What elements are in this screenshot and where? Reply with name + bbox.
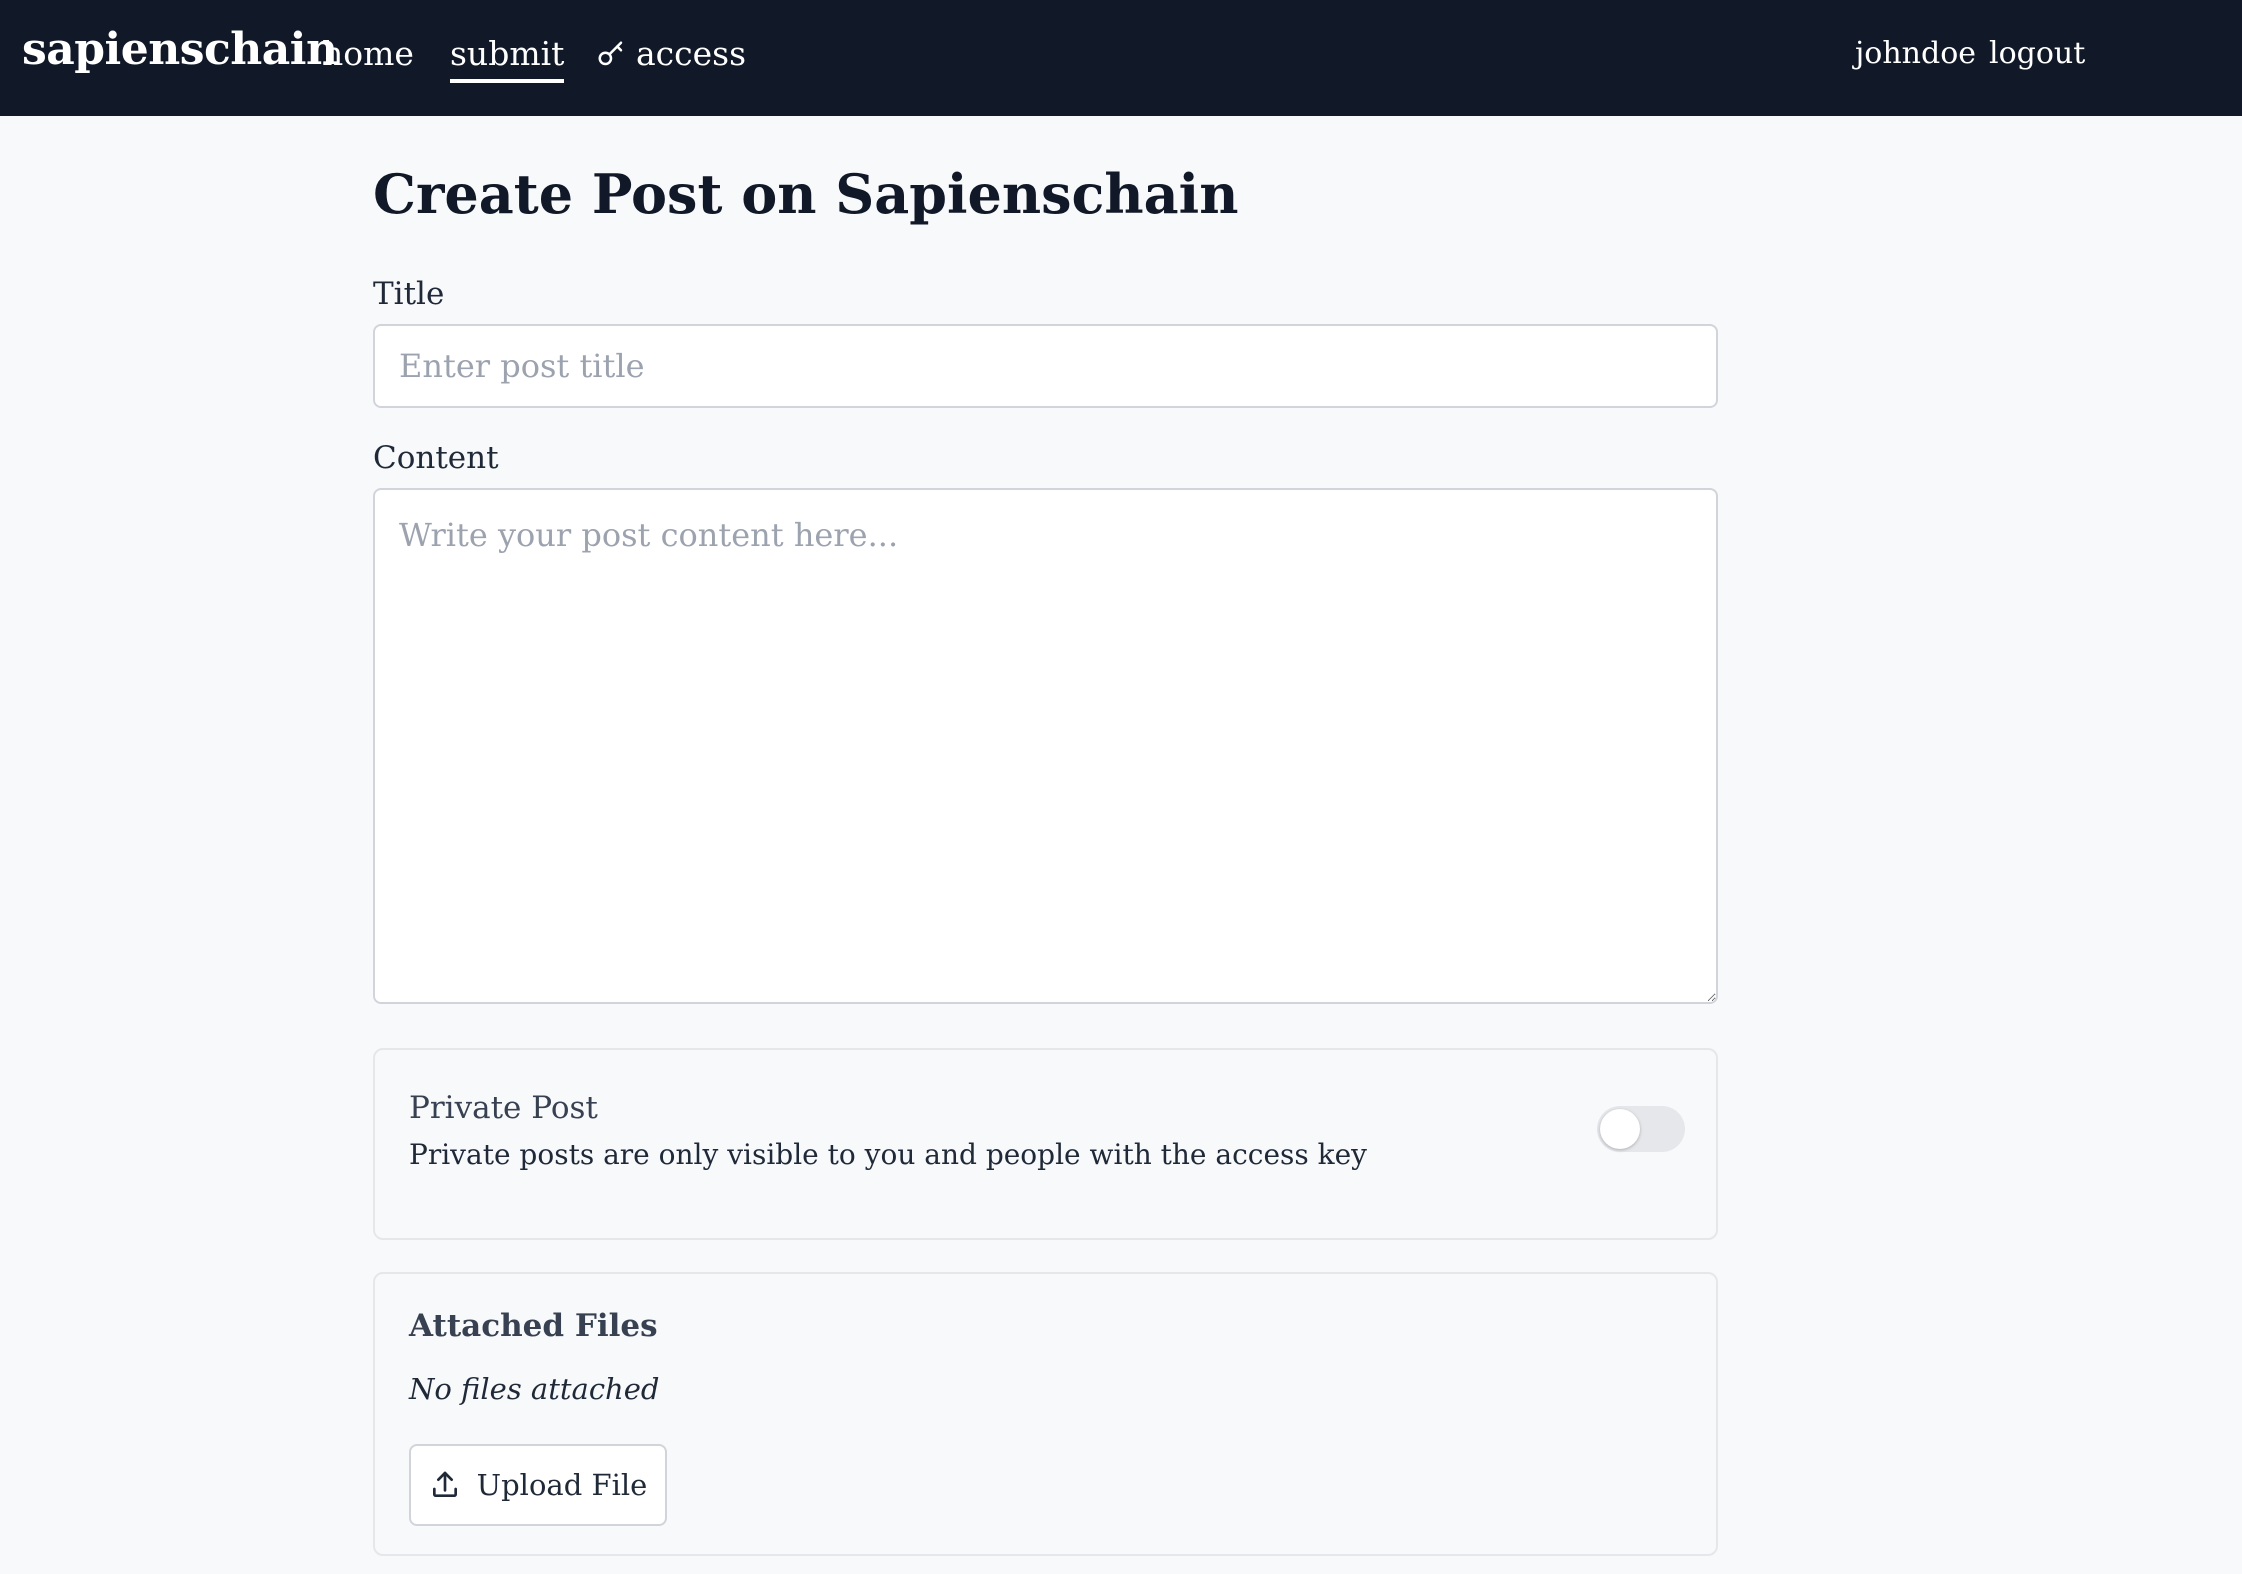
top-navbar: sapienschain home submit access johndoe … [0,0,2242,116]
title-label: Title [373,276,445,312]
title-input[interactable] [373,324,1718,408]
logout-link[interactable]: logout [1989,36,2085,71]
private-post-toggle[interactable] [1597,1106,1685,1152]
upload-file-label: Upload File [476,1468,648,1502]
brand-logo[interactable]: sapienschain [22,24,338,75]
key-icon [598,41,623,65]
private-post-title: Private Post [409,1090,598,1126]
content-label: Content [373,440,499,476]
content-textarea[interactable] [373,488,1718,1004]
username-link[interactable]: johndoe [1855,36,1976,71]
upload-icon [432,1471,457,1497]
nav-access-label: access [636,34,747,73]
nav-access-link[interactable]: access [596,34,746,73]
page-title: Create Post on Sapienschain [373,162,1239,226]
attached-files-title: Attached Files [409,1308,658,1344]
toggle-knob [1600,1109,1640,1149]
no-files-message: No files attached [409,1372,660,1406]
upload-file-button[interactable]: Upload File [409,1444,667,1526]
private-post-description: Private posts are only visible to you an… [409,1138,1368,1171]
private-post-card: Private Post Private posts are only visi… [373,1048,1718,1240]
attached-files-card: Attached Files No files attached Upload … [373,1272,1718,1556]
nav-home-link[interactable]: home [322,34,414,73]
nav-submit-link[interactable]: submit [450,34,565,83]
